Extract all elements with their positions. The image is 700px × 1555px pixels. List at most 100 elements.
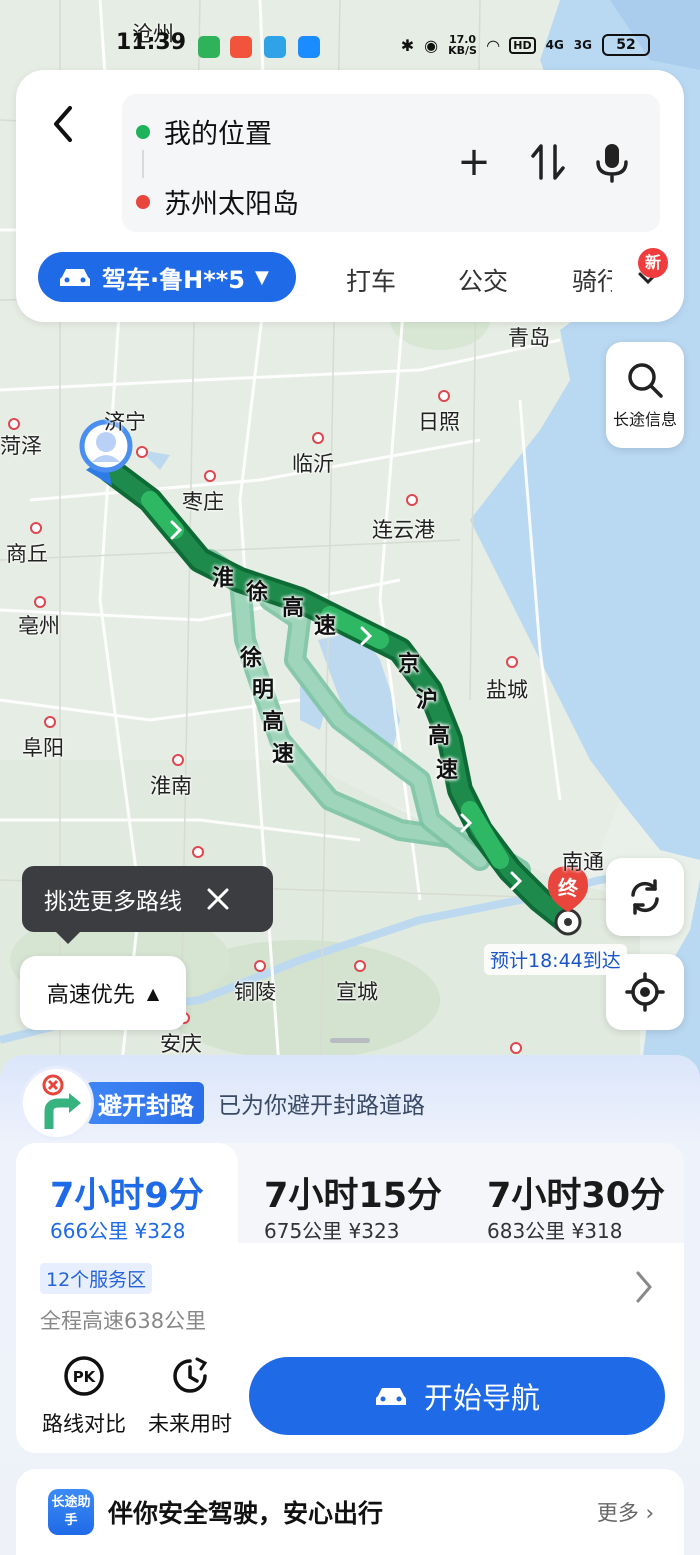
route-option-2[interactable]: 7小时15分 675公里 ¥323 [238,1143,461,1243]
route-preference-button[interactable]: 高速优先 ▲ [20,956,186,1030]
long-trip-info-button[interactable]: 长途信息 [606,342,684,448]
more-label: 更多 [596,1501,639,1525]
city-label: 菏泽 [0,434,42,458]
road-label: 高 [262,710,285,735]
chevron-right-icon: › [645,1501,654,1525]
start-navigation-label: 开始导航 [423,1381,540,1415]
city-dot [254,960,266,972]
swap-icon[interactable] [526,140,570,184]
start-navigation-button[interactable]: 开始导航 [249,1357,665,1435]
road-label: 京 [398,652,421,677]
search-icon [628,363,663,398]
long-trip-info-label: 长途信息 [612,410,677,429]
route-inputs: 我的位置 苏州太阳岛 + [122,94,660,232]
city-label: 商丘 [6,542,48,566]
chevron-right-icon[interactable] [634,1269,654,1305]
route-duration: 7小时9分 [50,1176,204,1216]
pk-icon-text: PK [73,1368,97,1386]
trip-assistant-logo: 长途助手 [48,1489,94,1535]
pk-icon: PK [64,1356,104,1396]
status-icons: ✱ ◉ 17.0 KB/S ◠ HD 4G 3G 52 [401,34,650,56]
tab-drive[interactable]: 驾车·鲁H**5 ▼ [38,252,296,302]
refresh-route-button[interactable] [606,858,684,936]
route-connector [142,150,144,178]
city-label: 青岛 [508,326,550,350]
city-label: 济宁 [104,410,146,434]
avoid-closure-tag: 避开封路 [86,1082,204,1124]
microphone-icon[interactable] [590,140,634,184]
refresh-icon [631,879,659,915]
road-label: 速 [314,614,337,639]
route-duration: 7小时30分 [487,1176,666,1216]
city-dot [204,470,216,482]
origin-field[interactable]: 我的位置 [136,112,272,151]
city-dot [34,596,46,608]
new-badge: 新 [638,248,668,278]
caret-up-icon: ▲ [146,983,160,1003]
tab-taxi[interactable]: 打车 [346,262,396,298]
trip-assistant-banner[interactable]: 长途助手 伴你安全驾驶，安心出行 更多 › [16,1469,684,1555]
hd-icon: HD [509,36,536,54]
city-dot [438,390,450,402]
locate-icon [625,972,665,1012]
tab-ride[interactable]: 骑行 [572,262,612,298]
destination-dot-icon [136,194,150,209]
city-label: 阜阳 [22,736,64,760]
city-label: 亳州 [18,614,60,638]
future-time-button[interactable]: 未来用时 [140,1355,240,1438]
highway-distance: 全程高速638公里 [40,1309,207,1333]
city-dot [172,754,184,766]
destination-text: 苏州太阳岛 [164,189,299,220]
city-label: 安庆 [160,1032,202,1056]
road-label: 沪 [416,688,439,713]
eta-label: 预计18:44到达 [484,944,627,975]
route-distance-toll: 666公里 ¥328 [50,1219,186,1243]
city-dot [510,1042,522,1054]
travel-mode-tabs: 驾车·鲁H**5 ▼ 打车 公交 骑行 新 [38,248,678,302]
more-routes-tip-text: 挑选更多路线 [44,889,182,915]
tab-drive-label: 驾车·鲁H**5 [102,265,246,294]
city-dot [406,494,418,506]
future-time-label: 未来用时 [148,1412,232,1436]
route-distance-toll: 675公里 ¥323 [264,1219,400,1243]
destination-field[interactable]: 苏州太阳岛 [136,182,299,221]
add-waypoint-icon[interactable]: + [452,139,496,185]
route-option-3[interactable]: 7小时30分 683公里 ¥318 [461,1143,684,1243]
service-areas-badge: 12个服务区 [40,1263,153,1294]
road-closure-notice[interactable]: 避开封路 已为你避开封路道路 [20,1063,425,1143]
city-label: 连云港 [372,518,435,542]
route-tabs: 7小时9分 666公里 ¥328 7小时15分 675公里 ¥323 7小时30… [16,1143,684,1243]
app-notification-icon [298,36,320,58]
city-label: 宣城 [336,980,378,1004]
city-dot [354,960,366,972]
route-sheet: 避开封路 已为你避开封路道路 7小时9分 666公里 ¥328 7小时15分 6… [0,1055,700,1555]
status-time: 11:39 [116,30,187,55]
more-routes-tooltip[interactable]: 挑选更多路线 [22,866,273,944]
route-compare-button[interactable]: PK 路线对比 [34,1355,134,1438]
location-icon: ◉ [424,35,439,55]
city-dot [136,446,148,458]
city-dot [44,716,56,728]
car-icon [60,269,90,286]
road-label: 淮 [212,566,235,591]
road-label: 速 [436,758,459,783]
city-dot [30,522,42,534]
route-duration: 7小时15分 [264,1176,443,1216]
route-option-1[interactable]: 7小时9分 666公里 ¥328 [16,1143,238,1243]
battery-icon: 52 [602,34,650,56]
close-icon[interactable] [206,887,230,911]
sheet-drag-handle[interactable] [330,1038,370,1043]
bluetooth-icon: ✱ [400,35,415,55]
status-bar: 11:39 ✱ ◉ 17.0 KB/S ◠ HD 4G 3G 52 [0,0,700,64]
city-label: 日照 [418,410,460,434]
chevron-down-icon: ▼ [255,266,269,288]
back-icon[interactable] [44,100,84,148]
trip-assistant-text: 伴你安全驾驶，安心出行 [108,1499,384,1528]
tab-transit[interactable]: 公交 [458,262,508,298]
more-link[interactable]: 更多 › [597,1497,654,1527]
city-label: 铜陵 [234,980,276,1004]
city-label: 淮南 [150,774,192,798]
route-distance-toll: 683公里 ¥318 [487,1219,623,1243]
map-view[interactable]: 沧州 济宁 菏泽 枣庄 临沂 日照 青岛 连云港 商丘 亳州 盐城 阜阳 淮南 … [0,0,700,1080]
city-label: 临沂 [292,452,334,476]
